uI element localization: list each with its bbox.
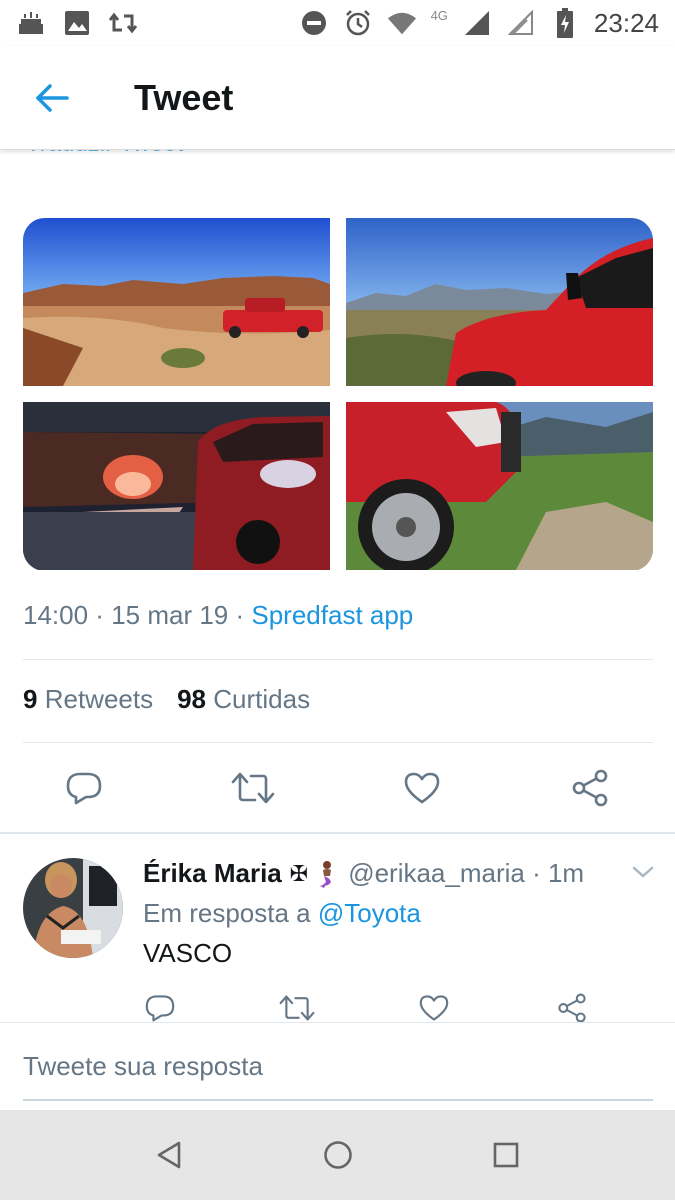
reply-handle-time: @erikaa_maria · 1m — [348, 858, 585, 888]
photo-4[interactable] — [346, 402, 653, 570]
likes-number: 98 — [177, 684, 207, 714]
tweet-meta: 14:00 · 15 mar 19 · Spredfast app — [23, 600, 413, 631]
likes-label: Curtidas — [213, 684, 311, 714]
page-title: Tweet — [134, 76, 234, 118]
heart-icon — [404, 772, 440, 804]
back-button[interactable] — [22, 68, 82, 128]
reply-icon — [145, 995, 175, 1022]
reply-text: VASCO — [143, 938, 233, 968]
reply-reply-button[interactable] — [142, 990, 178, 1026]
heart-icon — [419, 995, 449, 1021]
nav-back-button[interactable] — [152, 1138, 186, 1172]
retweet-icon — [231, 772, 275, 804]
arrow-left-icon — [36, 83, 69, 112]
signal-icon — [462, 8, 492, 38]
tweet-actions — [0, 762, 675, 814]
reply-icon — [66, 772, 102, 805]
like-button[interactable] — [396, 762, 448, 814]
image-icon — [62, 8, 92, 38]
reply-to-prefix: Em resposta a — [143, 898, 318, 928]
input-underline — [23, 1099, 653, 1101]
divider — [23, 742, 653, 743]
share-icon — [572, 769, 608, 807]
meta-separator: · — [228, 600, 252, 630]
tweet-date: 15 mar 19 — [111, 600, 229, 630]
maltese-cross-emoji: ✠ — [289, 860, 309, 886]
retweet-button[interactable] — [227, 762, 279, 814]
divider — [23, 659, 653, 660]
source-app-link[interactable]: Spredfast app — [251, 600, 413, 630]
app-bar: Tweet — [0, 46, 675, 150]
dnd-icon — [299, 8, 329, 38]
engagement-counts: 9 Retweets 98 Curtidas — [23, 684, 310, 715]
retweets-number: 9 — [23, 684, 38, 714]
meta-separator: · — [88, 600, 112, 630]
retweet-notification-icon — [108, 8, 138, 38]
battery-icon — [550, 8, 580, 38]
photo-grid — [23, 218, 653, 571]
avatar[interactable] — [23, 858, 123, 958]
reply-author-name[interactable]: Érika Maria — [143, 858, 282, 889]
square-recents-icon — [493, 1142, 519, 1168]
likes-count[interactable]: 98 Curtidas — [177, 684, 310, 715]
reply-composer: Tweete sua resposta — [0, 1022, 675, 1110]
chevron-down-icon — [632, 866, 654, 878]
divider — [0, 832, 675, 834]
mention-link[interactable]: @Toyota — [318, 898, 421, 928]
signal-empty-icon — [506, 8, 536, 38]
system-nav-bar — [0, 1110, 675, 1200]
cake-icon — [16, 8, 46, 38]
reply-like-button[interactable] — [416, 990, 452, 1026]
reply-share-button[interactable] — [554, 990, 590, 1026]
photo-3[interactable] — [23, 402, 330, 570]
retweets-count[interactable]: 9 Retweets — [23, 684, 153, 715]
network-type: 4G — [430, 7, 448, 23]
reply-menu-button[interactable] — [630, 862, 656, 882]
photo-2[interactable] — [346, 218, 653, 386]
retweets-label: Retweets — [44, 684, 154, 714]
photo-1[interactable] — [23, 218, 330, 386]
tweet-time: 14:00 — [23, 600, 89, 630]
nav-home-button[interactable] — [321, 1138, 355, 1172]
circle-home-icon — [324, 1141, 352, 1169]
triangle-back-icon — [157, 1141, 181, 1169]
reply-button[interactable] — [58, 762, 110, 814]
reply-header: Érika Maria ✠ @erikaa_maria · 1m — [143, 858, 584, 889]
wifi-icon — [387, 8, 417, 38]
nav-recents-button[interactable] — [489, 1138, 523, 1172]
in-reply-to: Em resposta a @Toyota — [143, 898, 421, 929]
mermaid-emoji-icon — [316, 860, 338, 888]
share-icon — [558, 993, 586, 1023]
clock: 23:24 — [593, 7, 659, 38]
reply-input[interactable]: Tweete sua resposta — [23, 1051, 263, 1082]
alarm-icon — [343, 8, 373, 38]
status-bar: 4G 23:24 — [0, 0, 675, 46]
share-button[interactable] — [564, 762, 616, 814]
reply-retweet-button[interactable] — [279, 990, 315, 1026]
retweet-icon — [279, 995, 315, 1021]
